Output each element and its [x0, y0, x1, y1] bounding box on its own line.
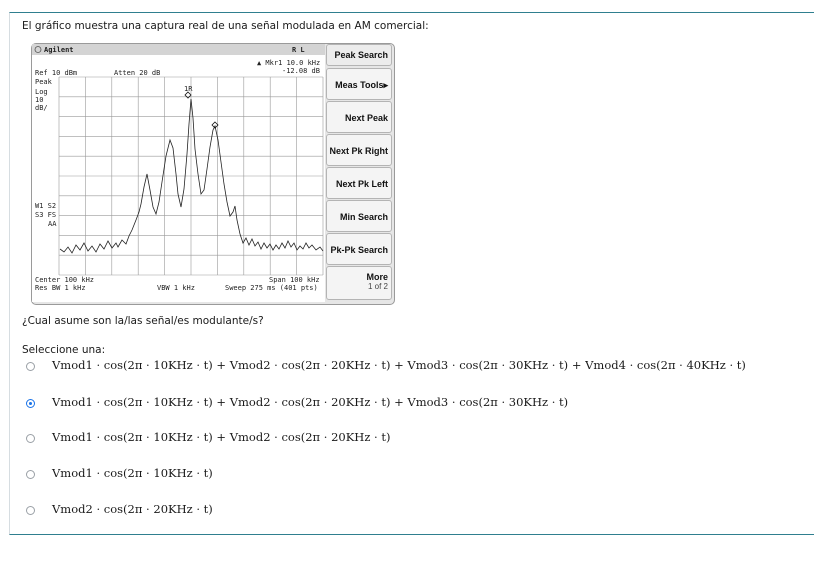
brand-label: Agilent [44, 46, 74, 54]
ref-level-label: Ref 10 dBm [35, 69, 77, 77]
softkey-next-pk-right[interactable]: Next Pk Right [326, 134, 392, 166]
radio-option-1[interactable] [26, 362, 35, 371]
softkey-min-search[interactable]: Min Search [326, 200, 392, 232]
softkey-peak-search[interactable]: Peak Search [326, 44, 392, 66]
trace-flags-3: AA [48, 220, 57, 228]
softkey-next-peak[interactable]: Next Peak [326, 101, 392, 133]
softkey-panel: Peak Search Meas Tools▸ Next Peak Next P… [326, 44, 392, 302]
option-1-formula: Vmod1 · cos(2π · 10KHz · t) + Vmod2 · co… [52, 358, 746, 372]
span-label: Span 100 kHz [269, 276, 320, 284]
option-5-formula: Vmod2 · cos(2π · 20KHz · t) [52, 502, 213, 516]
scale-label-2: 10 [35, 96, 43, 104]
radio-option-5[interactable] [26, 506, 35, 515]
detector-label: Peak [35, 78, 53, 86]
scale-label-3: dB/ [35, 104, 48, 112]
radio-option-3[interactable] [26, 434, 35, 443]
scale-label-1: Log [35, 88, 48, 96]
softkey-more-label: More [366, 272, 388, 282]
center-freq-label: Center 100 kHz [35, 276, 94, 284]
softkey-more-page: 1 of 2 [367, 282, 388, 291]
intro-text: El gráfico muestra una captura real de u… [22, 20, 429, 32]
select-one-label: Seleccione una: [22, 344, 106, 356]
option-3-formula: Vmod1 · cos(2π · 10KHz · t) + Vmod2 · co… [52, 430, 391, 444]
screen-header-bar [32, 44, 325, 55]
res-bw-label: Res BW 1 kHz [35, 284, 86, 292]
vbw-label: VBW 1 kHz [157, 284, 195, 292]
marker-tag: 1R [184, 85, 193, 93]
softkey-more[interactable]: More 1 of 2 [326, 266, 392, 300]
option-4-formula: Vmod1 · cos(2π · 10KHz · t) [52, 466, 213, 480]
option-2-formula: Vmod1 · cos(2π · 10KHz · t) + Vmod2 · co… [52, 395, 569, 409]
radio-option-2[interactable] [26, 399, 35, 408]
marker-readout-label: ▲ Mkr1 10.0 kHz [257, 59, 320, 67]
softkey-meas-tools[interactable]: Meas Tools▸ [326, 68, 392, 100]
trace-flags-1: W1 S2 [35, 202, 56, 210]
screen-background [32, 44, 325, 302]
trace-flags-2: S3 FS [35, 211, 56, 219]
spectrum-analyzer-screenshot: Agilent R L ▲ Mkr1 10.0 kHz -12.08 dB Re… [31, 43, 395, 305]
marker-readout-value: -12.08 dB [282, 67, 320, 75]
softkey-pk-pk-search[interactable]: Pk-Pk Search [326, 233, 392, 265]
analyzer-screen: Agilent R L ▲ Mkr1 10.0 kHz -12.08 dB Re… [32, 44, 325, 302]
softkey-next-pk-left[interactable]: Next Pk Left [326, 167, 392, 199]
sweep-label: Sweep 275 ms (401 pts) [225, 284, 318, 292]
rl-label: R L [292, 46, 305, 54]
attenuation-label: Atten 20 dB [114, 69, 160, 77]
radio-option-4[interactable] [26, 470, 35, 479]
question-text: ¿Cual asume son la/las señal/es modulant… [22, 315, 264, 327]
